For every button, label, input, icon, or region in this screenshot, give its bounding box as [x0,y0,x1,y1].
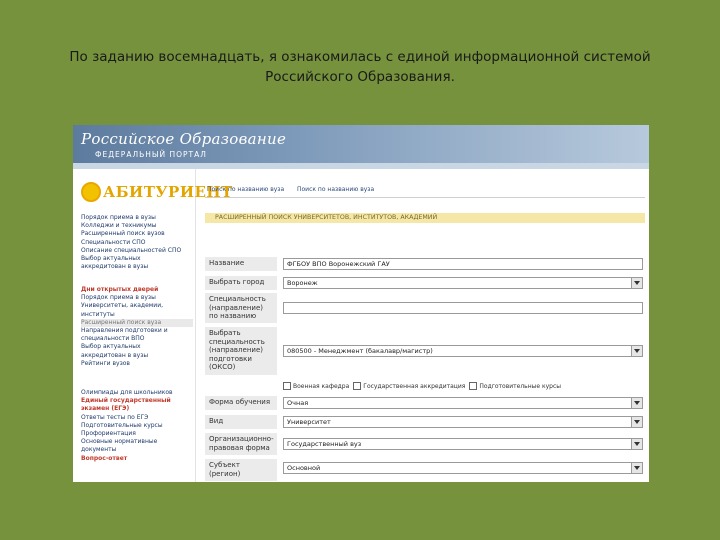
checkbox-icon[interactable] [353,382,362,390]
sidebar-item[interactable]: документы [81,446,193,454]
checkbox-label: Военная кафедра [293,382,350,390]
portal-logo[interactable]: Российское Образование [81,130,286,148]
screenshot-browser-content: Российское Образование ФЕДЕРАЛЬНЫЙ ПОРТА… [73,125,649,482]
sidebar-item-active[interactable]: Расширенный поиск вуза [81,318,193,328]
sidebar: АБИТУРИЕНТ Порядок приема в вузы Колледж… [73,169,232,482]
portal-subtitle: ФЕДЕРАЛЬНЫЙ ПОРТАЛ [95,150,207,159]
spec-code-select[interactable]: 080500 - Менеджмент (бакалавр/магистр) [283,345,643,357]
checkbox-label: Подготовительные курсы [479,382,561,390]
form-row-city: Выбрать город Воронеж [205,276,645,290]
chevron-down-icon[interactable] [634,442,640,446]
tab-search-by-name-2[interactable]: Поиск по названию вуза [297,186,374,193]
section-header-text: РАСШИРЕННЫЙ ПОИСК УНИВЕРСИТЕТОВ, ИНСТИТУ… [215,214,438,221]
sidebar-item[interactable]: Единый государственный [81,397,193,405]
city-value: Воронеж [287,279,318,287]
spec-code-value: 080500 - Менеджмент (бакалавр/магистр) [287,347,433,355]
spec-code-label: Выбрать специальность (направление) подг… [205,327,277,375]
ownership-select[interactable]: Государственный вуз [283,438,643,450]
spec-name-input[interactable] [283,302,643,314]
sidebar-item[interactable]: Олимпиады для школьников [81,389,193,397]
spec-name-label: Специальность (направление) по названию [205,293,277,323]
military-dept-checkbox[interactable]: Военная кафедра [283,381,349,391]
name-input[interactable]: ФГБОУ ВПО Воронежский ГАУ [283,258,643,270]
form-row-type: Вид Университет [205,415,645,429]
chevron-down-icon[interactable] [634,401,640,405]
sidebar-item[interactable]: Выбор актуальных [81,255,193,263]
type-label: Вид [205,415,277,429]
study-form-label: Форма обучения [205,396,277,410]
chevron-down-icon[interactable] [634,466,640,470]
slide-title: По заданию восемнадцать, я ознакомилась … [69,49,651,85]
sidebar-menu-group3: Олимпиады для школьников Единый государс… [81,389,193,463]
sidebar-item[interactable]: Вопрос-ответ [81,455,193,463]
sidebar-item[interactable]: Подготовительные курсы [81,422,193,430]
sidebar-item[interactable]: Направления подготовки и [81,327,193,335]
sidebar-menu-group1: Порядок приема в вузы Колледжи и технику… [81,214,193,271]
form-row-study-form: Форма обучения Очная [205,396,645,410]
checkbox-icon[interactable] [469,382,478,390]
sidebar-item[interactable]: специальности ВПО [81,335,193,343]
sidebar-item[interactable]: Расширенный поиск вузов [81,230,193,238]
district-select[interactable]: Основной [283,462,643,474]
chevron-down-icon[interactable] [634,349,640,353]
sidebar-item[interactable]: Выбор актуальных [81,343,193,351]
sidebar-item[interactable]: институты [81,311,193,319]
section-header: РАСШИРЕННЫЙ ПОИСК УНИВЕРСИТЕТОВ, ИНСТИТУ… [205,213,645,223]
district-label: Субъект (регион) [205,459,277,481]
checkbox-label: Государственная аккредитация [363,382,466,390]
sidebar-item[interactable]: аккредитован в вузы [81,263,193,271]
study-form-select[interactable]: Очная [283,397,643,409]
type-select[interactable]: Университет [283,416,643,428]
sidebar-item[interactable]: Описание специальностей СПО [81,247,193,255]
accreditation-checkbox[interactable]: Государственная аккредитация [353,381,465,391]
district-value: Основной [287,464,321,472]
sidebar-group-title[interactable]: Дни открытых дверей [81,286,193,294]
ownership-value: Государственный вуз [287,440,362,448]
form-row-district: Субъект (регион) Основной [205,459,645,481]
sidebar-item[interactable]: экзамен (ЕГЭ) [81,405,193,413]
type-value: Университет [287,418,331,426]
checkbox-icon[interactable] [283,382,291,390]
search-tabs: Поиск по названию вуза Поиск по названию… [205,183,645,198]
sun-icon [81,182,101,202]
ownership-label: Организационно-правовая форма [205,433,277,455]
tab-search-by-name[interactable]: Поиск по названию вуза [207,186,284,193]
sidebar-menu-group2: Дни открытых дверей Порядок приема в вуз… [81,286,193,368]
form-row-spec-name: Специальность (направление) по названию [205,293,645,323]
sidebar-item[interactable]: Ответы тесты по ЕГЭ [81,414,193,422]
portal-banner: Российское Образование ФЕДЕРАЛЬНЫЙ ПОРТА… [73,125,649,163]
form-row-spec-code: Выбрать специальность (направление) подг… [205,327,645,375]
chevron-down-icon[interactable] [634,281,640,285]
form-row-name: Название ФГБОУ ВПО Воронежский ГАУ [205,257,645,271]
sidebar-item[interactable]: Специальности СПО [81,239,193,247]
sidebar-item[interactable]: Рейтинги вузов [81,360,193,368]
name-label: Название [205,257,277,271]
sidebar-item[interactable]: Колледжи и техникумы [81,222,193,230]
sidebar-item[interactable]: Профориентация [81,430,193,438]
study-form-value: Очная [287,399,309,407]
sidebar-item[interactable]: аккредитован в вузы [81,352,193,360]
sidebar-item[interactable]: Основные нормативные [81,438,193,446]
chevron-down-icon[interactable] [634,420,640,424]
options-checkboxes: Военная кафедра Государственная аккредит… [283,381,643,391]
prep-courses-checkbox[interactable]: Подготовительные курсы [469,381,561,391]
city-label: Выбрать город [205,276,277,290]
sidebar-item[interactable]: Порядок приема в вузы [81,214,193,222]
sidebar-item[interactable]: Университеты, академии, [81,302,193,310]
form-row-ownership: Организационно-правовая форма Государств… [205,433,645,455]
sidebar-item[interactable]: Порядок приема в вузы [81,294,193,302]
city-select[interactable]: Воронеж [283,277,643,289]
